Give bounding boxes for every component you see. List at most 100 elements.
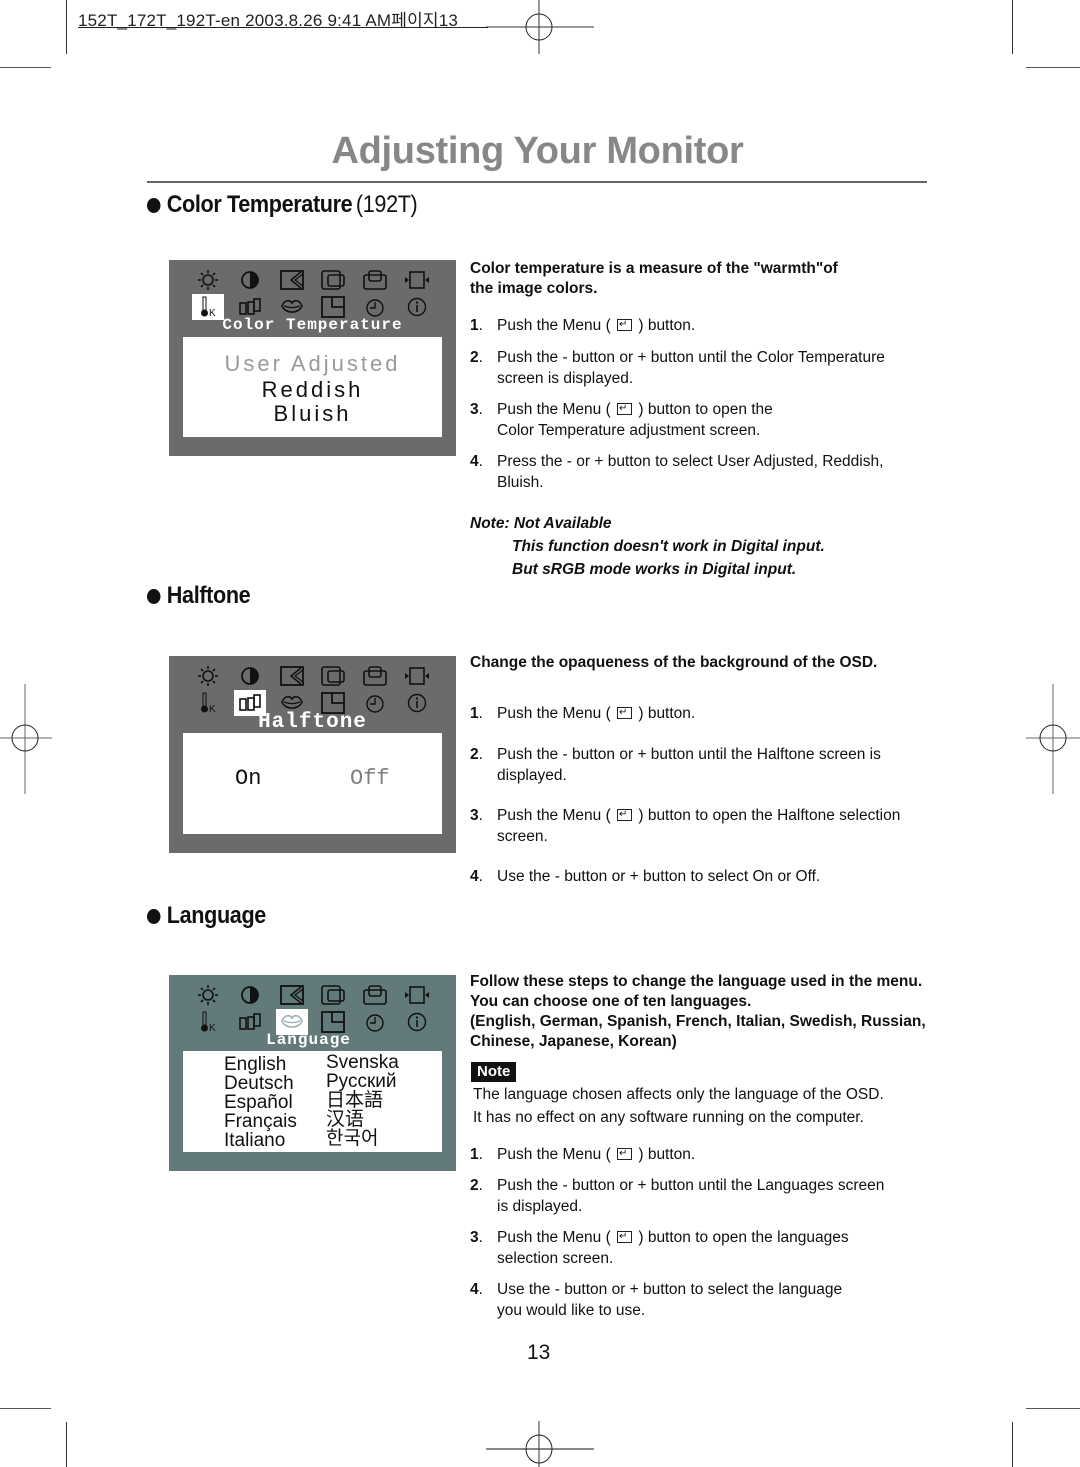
h-position-icon	[317, 982, 349, 1008]
image-shape-icon	[276, 982, 308, 1008]
halftone-step-3: 3. Push the Menu ( ) button to open the …	[470, 805, 900, 847]
image-shape-icon	[276, 267, 308, 293]
brightness-icon	[192, 267, 224, 293]
bullet-icon	[147, 197, 161, 213]
crop-mark-top-left-horizontal	[0, 67, 51, 68]
crop-mark-bottom-right-vertical	[1012, 1422, 1013, 1467]
bullet-icon	[147, 588, 161, 604]
osd-label-color-temperature: Color Temperature	[222, 316, 403, 334]
contrast-icon	[234, 663, 266, 689]
registration-mark-top	[486, 0, 594, 54]
h-position-icon	[317, 663, 349, 689]
osd-option-bluish[interactable]: Bluish	[183, 401, 442, 427]
brightness-icon	[192, 663, 224, 689]
bullet-icon	[147, 908, 161, 924]
page-title: Adjusting Your Monitor	[331, 130, 744, 172]
menu-button-icon	[617, 805, 633, 826]
osd-option-svenska[interactable]: Svenska	[326, 1053, 399, 1072]
crop-mark-top-right-vertical	[1012, 0, 1013, 54]
language-note-line-1: The language chosen affects only the lan…	[473, 1086, 884, 1103]
halftone-step-1: 1. Push the Menu ( ) button.	[470, 703, 695, 725]
h-position-icon	[317, 267, 349, 293]
osd-option-on[interactable]: On	[235, 766, 261, 791]
menu-button-icon	[617, 1144, 633, 1165]
osd-icon-row-1	[169, 663, 456, 689]
menu-button-icon	[617, 315, 633, 336]
registration-mark-left	[0, 684, 52, 794]
language-intro-line-1: Follow these steps to change the languag…	[470, 973, 923, 990]
registration-mark-right	[1026, 684, 1080, 794]
color-temperature-step-1: 1. Push the Menu ( ) button.	[470, 315, 695, 337]
osd-label-halftone: Halftone	[258, 711, 367, 734]
osd-icon-row-1	[169, 267, 456, 293]
note-not-available-line-2: But sRGB mode works in Digital input.	[512, 561, 797, 578]
color-temperature-step-2: 2. Push the - button or + button until t…	[470, 349, 885, 387]
language-intro-line-3: (English, German, Spanish, French, Itali…	[470, 1013, 926, 1030]
file-header-underline	[78, 27, 488, 28]
crop-mark-top-left-vertical	[66, 0, 67, 54]
color-temperature-intro-line-2: the image colors.	[470, 280, 598, 297]
size-icon	[401, 982, 433, 1008]
section-model-suffix: (192T)	[355, 191, 418, 218]
size-icon	[401, 663, 433, 689]
language-note-line-2: It has no effect on any software running…	[473, 1109, 864, 1126]
menu-button-icon	[617, 703, 633, 724]
halftone-step-4: 4. Use the - button or + button to selec…	[470, 868, 821, 885]
halftone-step-2: 2. Push the - button or + button until t…	[470, 746, 881, 784]
osd-color-temperature-panel: K Color Temperature User Adjusted Reddis…	[169, 260, 456, 456]
section-heading-halftone: Halftone	[147, 582, 251, 610]
osd-option-reddish[interactable]: Reddish	[183, 377, 442, 403]
crop-mark-bottom-left-horizontal	[0, 1408, 51, 1409]
section-heading-color-temperature: Color Temperature (192T)	[147, 191, 418, 219]
osd-icon-row-1	[169, 982, 456, 1008]
osd-option-japanese[interactable]: 日本語	[326, 1091, 383, 1110]
contrast-icon	[234, 267, 266, 293]
size-icon	[401, 267, 433, 293]
osd-option-off[interactable]: Off	[350, 766, 390, 791]
language-step-1: 1. Push the Menu ( ) button.	[470, 1144, 695, 1166]
title-rule	[147, 181, 927, 183]
note-not-available-title: Note: Not Available	[470, 515, 612, 532]
menu-button-icon	[617, 399, 633, 420]
section-heading-language: Language	[147, 902, 266, 930]
crop-mark-top-right-horizontal	[1026, 67, 1080, 68]
osd-option-chinese[interactable]: 汉语	[326, 1110, 364, 1129]
registration-mark-bottom	[486, 1421, 594, 1467]
osd-option-english[interactable]: English	[224, 1055, 286, 1074]
language-step-4: 4. Use the - button or + button to selec…	[470, 1281, 843, 1319]
language-intro-line-2: You can choose one of ten languages.	[470, 993, 752, 1010]
v-position-icon	[359, 267, 391, 293]
color-temperature-step-3: 3. Push the Menu ( ) button to open theC…	[470, 399, 773, 441]
osd-label-language: Language	[266, 1031, 351, 1049]
brightness-icon	[192, 982, 224, 1008]
section-title: Color Temperature	[166, 191, 353, 218]
menu-button-icon	[617, 1227, 633, 1248]
crop-mark-bottom-right-horizontal	[1026, 1408, 1080, 1409]
section-title: Halftone	[166, 582, 251, 609]
note-badge: Note	[471, 1062, 517, 1082]
osd-options-box: User Adjusted Reddish Bluish	[183, 337, 442, 437]
osd-option-deutsch[interactable]: Deutsch	[224, 1074, 294, 1093]
image-shape-icon	[276, 663, 308, 689]
osd-options-box: On Off	[183, 733, 442, 834]
note-not-available-line-1: This function doesn't work in Digital in…	[512, 538, 825, 555]
osd-halftone-panel: K Halftone On Off	[169, 656, 456, 853]
osd-language-panel: K Language English Deutsch Español Franç…	[169, 975, 456, 1171]
osd-option-russian[interactable]: Русский	[326, 1072, 397, 1091]
color-temperature-intro-line-1: Color temperature is a measure of the "w…	[470, 260, 838, 277]
contrast-icon	[234, 982, 266, 1008]
color-temperature-step-4: 4. Press the - or + button to select Use…	[470, 453, 884, 491]
osd-option-user-adjusted[interactable]: User Adjusted	[183, 351, 442, 377]
crop-mark-bottom-left-vertical	[66, 1422, 67, 1467]
osd-options-box: English Deutsch Español Français Italian…	[183, 1051, 442, 1152]
language-step-3: 3. Push the Menu ( ) button to open the …	[470, 1227, 849, 1269]
section-title: Language	[166, 902, 267, 929]
language-intro-line-4: Chinese, Japanese, Korean)	[470, 1033, 677, 1050]
v-position-icon	[359, 663, 391, 689]
osd-option-espanol[interactable]: Español	[224, 1093, 293, 1112]
osd-option-francais[interactable]: Français	[224, 1112, 297, 1131]
v-position-icon	[359, 982, 391, 1008]
osd-option-korean[interactable]: 한국어	[326, 1129, 378, 1148]
halftone-intro: Change the opaqueness of the background …	[470, 654, 878, 671]
osd-option-italiano[interactable]: Italiano	[224, 1131, 285, 1150]
